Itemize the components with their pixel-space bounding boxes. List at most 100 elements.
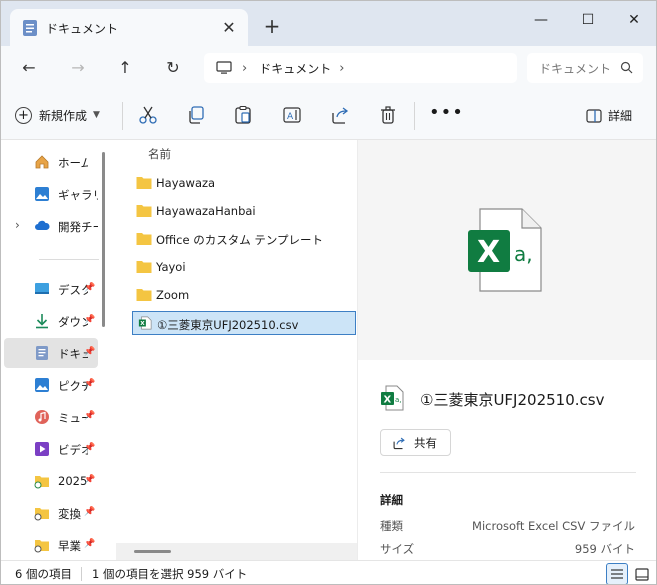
list-view-icon [611,569,623,579]
navigation-bar: ← → ↑ ↻ › ドキュメント › ドキュメント [1,46,656,90]
document-icon [36,346,48,360]
list-item-selected[interactable]: X ①三菱東京UFJ202510.csv [132,311,356,335]
details-label: 詳細 [608,109,633,123]
pictures-icon [35,378,49,392]
address-bar[interactable]: › ドキュメント › [204,53,517,83]
details-pane-button[interactable]: 詳細 [586,107,632,124]
item-count: 6 個の項目 [15,567,72,581]
svg-text:X: X [140,321,145,327]
pin-icon: 📌 [84,347,96,357]
list-item[interactable]: Office のカスタム テンプレート [132,227,356,251]
delete-icon[interactable] [378,105,398,125]
breadcrumb-documents[interactable]: ドキュメント [259,60,331,77]
paste-icon[interactable] [233,105,253,125]
plus-icon: + [15,106,32,124]
new-button[interactable]: + 新規作成 ▼ [15,104,100,126]
rename-icon[interactable]: A [282,105,302,125]
file-name: HayawazaHanbai [156,204,256,218]
sidebar-item-videos[interactable]: ビデオ 📌 [4,434,98,464]
sidebar-item-gallery[interactable]: ギャラリー [4,179,98,209]
minimize-button[interactable]: — [518,7,564,33]
file-name: Zoom [156,288,190,302]
pin-icon: 📌 [84,475,96,485]
folder-icon [34,508,49,521]
forward-button[interactable]: → [65,56,91,80]
list-item[interactable]: HayawazaHanbai [132,199,356,223]
preview-view-button[interactable] [631,563,653,584]
excel-file-icon: X a, [468,208,542,292]
prop-key-type: 種類 [380,519,403,533]
pin-icon: 📌 [84,507,96,517]
prop-key-size: サイズ [380,542,415,556]
preview-area: X a, [358,140,656,360]
folder-icon [136,289,152,301]
details-pane-icon [586,108,602,123]
list-item[interactable]: Hayawaza [132,171,356,195]
details-pane: X a, X a, ①三菱東京UFJ202510.csv 共有 詳細 種類 Mi… [357,140,656,560]
home-icon [35,155,49,169]
pin-icon: 📌 [84,315,96,325]
search-input[interactable]: ドキュメント [527,53,643,83]
pin-icon: 📌 [84,411,96,421]
gallery-icon [35,187,49,201]
maximize-button[interactable]: ☐ [565,7,611,33]
this-pc-icon [216,61,232,74]
chevron-right-icon[interactable]: › [339,61,344,76]
new-tab-button[interactable]: + [261,15,283,37]
details-heading: 詳細 [380,493,403,507]
sidebar-scrollbar[interactable] [102,152,105,327]
sidebar-item-hayawaza[interactable]: 早業 📌 [4,530,98,560]
desktop-icon [35,283,49,294]
close-window-button[interactable]: ✕ [611,7,656,33]
details-view-button[interactable] [606,563,628,584]
chevron-right-icon: › [242,60,248,76]
more-options-button[interactable]: ••• [429,102,464,123]
back-button[interactable]: ← [16,56,42,80]
new-label: 新規作成 [39,108,88,123]
share-icon[interactable] [330,105,350,125]
selection-info: 1 個の項目を選択 959 バイト [92,567,248,581]
sidebar-item-downloads[interactable]: ダウン 📌 [4,306,98,336]
chevron-right-icon[interactable]: › [15,218,20,232]
file-list: 名前 Hayawaza HayawazaHanbai Office のカスタム … [116,140,357,560]
horizontal-scrollbar[interactable] [134,550,171,553]
sidebar-item-label: 開発チー [58,220,98,234]
preview-pane-icon [635,567,649,581]
navigation-pane: ホーム ギャラリー › 開発チー デスク 📌 [1,140,105,560]
file-name: Hayawaza [156,176,216,190]
list-item[interactable]: Zoom [132,283,356,307]
sidebar-item-home[interactable]: ホーム [4,147,98,177]
folder-icon [34,476,49,489]
file-name: Yayoi [156,260,186,274]
download-icon [36,314,48,329]
sidebar-item-music[interactable]: ミュー 📌 [4,402,98,432]
refresh-button[interactable]: ↻ [160,56,186,80]
status-bar: 6 個の項目 1 個の項目を選択 959 バイト [1,560,656,584]
up-button[interactable]: ↑ [112,56,138,80]
column-header-name[interactable]: 名前 [148,146,171,162]
tab-label: ドキュメント [46,21,119,36]
cut-icon[interactable] [138,105,158,125]
chevron-down-icon: ▼ [93,110,100,120]
prop-value-size: 959 バイト [574,542,635,556]
sidebar-item-desktop[interactable]: デスク 📌 [4,274,98,304]
file-name: Office のカスタム テンプレート [156,233,324,247]
sidebar-item-pictures[interactable]: ピクチ 📌 [4,370,98,400]
sidebar-item-2025[interactable]: 2025 📌 [4,466,98,496]
sidebar-item-team[interactable]: › 開発チー [4,211,98,241]
folder-icon [136,177,152,189]
list-item[interactable]: Yayoi [132,255,356,279]
excel-csv-icon: X a, [381,385,404,411]
divider [414,102,415,130]
tab-close-icon[interactable]: ✕ [220,19,238,37]
tab-documents[interactable]: ドキュメント ✕ [10,9,248,47]
prop-value-type: Microsoft Excel CSV ファイル [472,519,635,533]
share-icon [393,437,405,449]
copy-icon[interactable] [186,105,206,125]
document-tab-icon [23,20,37,36]
title-bar: ドキュメント ✕ + — ☐ ✕ [1,1,656,47]
sidebar-item-convert[interactable]: 変換 📌 [4,498,98,528]
folder-icon [34,540,49,553]
sidebar-item-documents[interactable]: ドキュ 📌 [4,338,98,368]
share-button[interactable]: 共有 [380,429,451,456]
